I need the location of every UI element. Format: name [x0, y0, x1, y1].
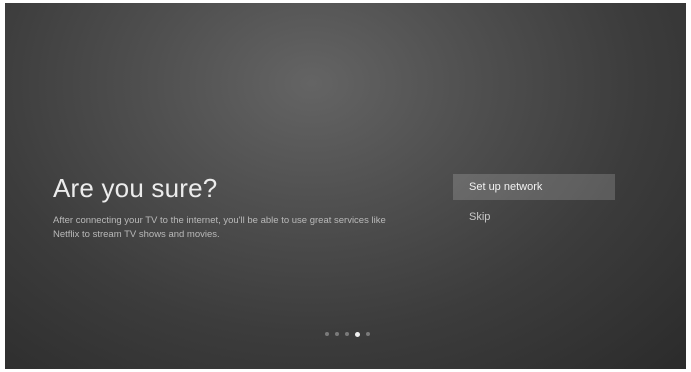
description-text: After connecting your TV to the internet… [53, 215, 386, 240]
skip-button[interactable]: Skip [453, 204, 615, 230]
step-dot [335, 332, 339, 336]
step-indicator [325, 331, 376, 337]
tv-screen: Are you sure? After connecting your TV t… [5, 3, 686, 369]
step-dot [325, 332, 329, 336]
step-dot [355, 331, 360, 337]
options-menu: Set up network Skip [453, 174, 615, 230]
step-dot [345, 332, 349, 336]
photo-frame: Are you sure? After connecting your TV t… [0, 0, 691, 372]
page-title: Are you sure? [53, 173, 218, 203]
step-dot [366, 332, 370, 336]
set-up-network-button[interactable]: Set up network [453, 174, 615, 200]
